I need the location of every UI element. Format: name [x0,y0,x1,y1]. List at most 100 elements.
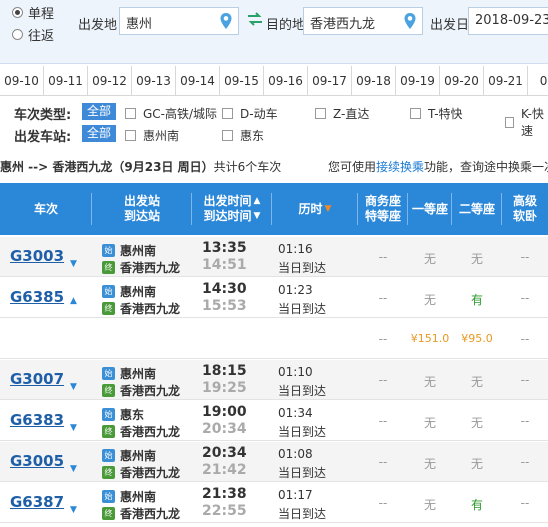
filter-gc[interactable]: GC-高铁/城际 [125,105,217,122]
date-tab[interactable]: 09-21 [484,66,528,96]
seat-first[interactable]: 无 [408,455,452,472]
date-tab[interactable]: 09-19 [396,66,440,96]
start-station-icon: 始 [102,490,115,503]
filter-station-huizhounan[interactable]: 惠州南 [125,127,179,144]
col-train: 车次 [0,183,92,235]
seat-second[interactable]: 无 [452,250,502,267]
tip-suffix: 功能，查询途中换乘一次 [424,160,548,174]
sort-up-icon[interactable]: ▲ [254,194,261,209]
filter-t[interactable]: T-特快 [410,105,463,122]
arrival-station-name: 香港西九龙 [120,507,181,521]
departure-station-name: 惠州南 [120,244,157,258]
train-row[interactable]: G3007 ▼ 始惠州南终香港西九龙 18:15 19:25 01:10 当日到达 -- 无无 -… [0,360,548,400]
train-type-label: 车次类型: [14,108,72,123]
seat-senior: -- [520,291,530,305]
date-tab[interactable]: 09-18 [352,66,396,96]
date-tab[interactable]: 09-20 [440,66,484,96]
radio-button[interactable] [12,7,23,18]
transfer-link[interactable]: 接续换乘 [376,160,424,174]
route-summary: 惠州 --> 香港西九龙（9月23日 周日）共计6个车次 [0,158,281,175]
expand-icon[interactable]: ▼ [70,464,77,474]
date-tab[interactable]: 09-10 [0,66,44,96]
date-tab[interactable]: 09-17 [308,66,352,96]
checkbox-label: GC-高铁/城际 [143,107,218,121]
checkbox[interactable] [222,130,233,141]
date-tab[interactable]: 09- [528,66,548,96]
seat-first[interactable]: 无 [408,496,452,513]
expand-icon[interactable]: ▼ [70,423,77,433]
checkbox[interactable] [222,108,233,119]
sort-down-icon[interactable]: ▼ [325,202,332,217]
date-tab[interactable]: 09-16 [264,66,308,96]
train-number-link[interactable]: G6383 [10,411,64,429]
col-dep-time-label: 出发时间 [203,194,252,208]
date-label: 出发日 [430,18,470,33]
seat-second[interactable]: 无 [452,414,502,431]
arrival-time: 22:55 [202,503,247,519]
seat-business: -- [378,250,388,264]
collapse-icon[interactable]: ▲ [70,296,77,306]
expand-icon[interactable]: ▼ [70,382,77,392]
radio-one-way[interactable]: 单程 [12,3,54,22]
expand-icon[interactable]: ▼ [70,259,77,269]
arrival-station: 终香港西九龙 [102,382,180,399]
train-number-link[interactable]: G6385 [10,288,64,306]
seat-second[interactable]: 无 [452,455,502,472]
train-row[interactable]: G3005 ▼ 始惠州南终香港西九龙 20:34 21:42 01:08 当日到达 -- 无无 -… [0,442,548,482]
date-tab[interactable]: 09-15 [220,66,264,96]
sort-down-icon[interactable]: ▼ [254,209,261,224]
departure-station-name: 惠州南 [120,367,157,381]
duration: 01:10 [278,365,313,379]
filter-d[interactable]: D-动车 [222,105,278,122]
radio-label: 往返 [28,29,55,44]
radio-button[interactable] [12,29,23,40]
arrival-time: 20:34 [202,421,247,437]
arrive-note: 当日到达 [278,302,327,316]
train-number-link[interactable]: G3005 [10,452,64,470]
checkbox[interactable] [125,130,136,141]
seat-first[interactable]: 无 [408,250,452,267]
train-row[interactable]: G6385 ▲ 始惠州南终香港西九龙 14:30 15:53 01:23 当日到达 -- 无有 -… [0,278,548,318]
arrival-station: 终香港西九龙 [102,464,180,481]
seat-first[interactable]: 无 [408,373,452,390]
checkbox[interactable] [315,108,326,119]
date-input[interactable]: 2018-09-23 [468,7,548,35]
train-number-link[interactable]: G3003 [10,247,64,265]
radio-round-trip[interactable]: 往返 [12,25,54,44]
train-row[interactable]: G6383 ▼ 始惠东终香港西九龙 19:00 20:34 01:34 当日到达 -- 无无 -- [0,401,548,441]
seat-second[interactable]: 有 [452,291,502,308]
date-tab[interactable]: 09-11 [44,66,88,96]
seat-business: -- [378,291,388,305]
departure-time: 14:30 [202,281,247,297]
train-row[interactable]: G6387 ▼ 始惠州南终香港西九龙 21:38 22:55 01:17 当日到达 -- 无有 -… [0,483,548,523]
col-duration[interactable]: 历时 ▼ [272,183,358,235]
train-number-link[interactable]: G3007 [10,370,64,388]
seat-second[interactable]: 有 [452,496,502,513]
col-time[interactable]: 出发时间 ▲ 到达时间 ▼ [192,183,272,235]
from-input[interactable]: 惠州 [119,7,239,35]
location-pin-icon[interactable] [403,12,417,30]
train-row[interactable]: G3003 ▼ 始惠州南终香港西九龙 13:35 14:51 01:16 当日到达 -- 无无 -… [0,237,548,277]
date-value: 2018-09-23 [475,13,548,28]
expand-icon[interactable]: ▼ [70,505,77,515]
col-duration-label: 历时 [298,201,323,216]
train-type-all-button[interactable]: 全部 [82,103,116,120]
date-tab[interactable]: 09-13 [132,66,176,96]
station-all-button[interactable]: 全部 [82,125,116,142]
to-input[interactable]: 香港西九龙 [303,7,423,35]
filter-z[interactable]: Z-直达 [315,105,369,122]
seat-first[interactable]: 无 [408,414,452,431]
date-tab[interactable]: 09-14 [176,66,220,96]
col-second-label: 二等座 [458,201,495,216]
checkbox[interactable] [410,108,421,119]
date-tab[interactable]: 09-12 [88,66,132,96]
seat-second[interactable]: 无 [452,373,502,390]
col-arr-time-label: 到达时间 [203,209,252,223]
checkbox[interactable] [125,108,136,119]
swap-icon[interactable] [246,11,264,27]
seat-first[interactable]: 无 [408,291,452,308]
train-number-link[interactable]: G6387 [10,493,64,511]
filter-station-huidong[interactable]: 惠东 [222,127,264,144]
end-station-icon: 终 [102,425,115,438]
location-pin-icon[interactable] [219,12,233,30]
